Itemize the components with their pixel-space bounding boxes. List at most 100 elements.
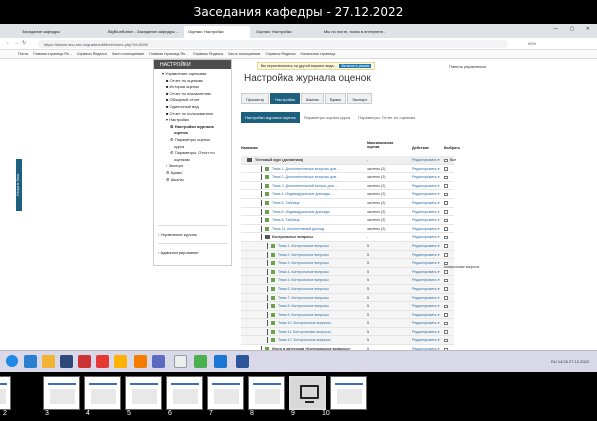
drag-handle-icon[interactable]	[267, 303, 268, 310]
select-checkbox[interactable]	[444, 253, 448, 257]
subtab-2[interactable]: Параметры: Отчет по оценкам	[354, 112, 419, 123]
bookmark-link[interactable]: Сервисы Яндекса	[193, 52, 223, 56]
drag-handle-icon[interactable]	[267, 328, 268, 335]
sidebar-item[interactable]: курса	[174, 144, 184, 149]
sidebar-item[interactable]: ⚙ Шкалы	[166, 177, 184, 182]
edit-dropdown[interactable]: Редактировать ▾	[412, 175, 440, 179]
drag-handle-icon[interactable]	[267, 311, 268, 318]
drag-handle-icon[interactable]	[267, 251, 268, 258]
drag-handle-icon[interactable]	[261, 191, 262, 198]
bookmark-link[interactable]: Почта	[18, 52, 28, 56]
bookmark-link[interactable]: Часто посещаемые	[112, 52, 145, 56]
browser-tab[interactable]: BigBlueButton - Заседание кафедры ...	[104, 26, 182, 38]
sidebar-item[interactable]: ⚙ Параметры: Отчет по	[170, 150, 215, 155]
edit-dropdown[interactable]: Редактировать ▾	[412, 218, 440, 222]
select-checkbox[interactable]	[444, 218, 448, 223]
select-checkbox[interactable]	[444, 167, 448, 171]
yandex-icon[interactable]	[78, 355, 91, 368]
grade-item-name[interactable]: Тема 1. Дополнительные вопросы для ...	[272, 167, 340, 171]
edit-dropdown[interactable]: Редактировать ▾	[412, 261, 440, 265]
select-checkbox[interactable]	[444, 287, 448, 291]
select-checkbox[interactable]	[444, 338, 448, 343]
bookmark-link[interactable]: Сервисы Яндекса	[77, 52, 107, 56]
slide-thumbnail[interactable]	[84, 376, 121, 410]
edit-dropdown[interactable]: Редактировать ▾	[412, 184, 440, 188]
select-checkbox[interactable]	[444, 321, 448, 326]
sidebar-item[interactable]: ■ Отчет по оценкам	[166, 78, 203, 83]
grade-item-name[interactable]: Тема 1. Контрольные вопросы	[278, 244, 329, 248]
bookmark-link[interactable]: Начальная страница	[301, 52, 336, 56]
edit-dropdown[interactable]: Редактировать ▾	[412, 278, 440, 282]
bookmark-link[interactable]: Главная страница Ян...	[33, 52, 72, 56]
grade-item-name[interactable]: Тема 6. Контрольные вопросы	[278, 287, 329, 291]
app-icon[interactable]	[152, 355, 165, 368]
sidebar-item[interactable]: ⚙ Буквы	[166, 170, 182, 175]
folder-icon[interactable]	[42, 355, 55, 368]
select-checkbox[interactable]	[444, 304, 448, 309]
grade-item-name[interactable]: Тема 2. Дополнительные вопросы для ...	[272, 175, 340, 179]
drag-handle-icon[interactable]	[261, 199, 262, 206]
tab-0[interactable]: Просмотр	[241, 93, 270, 104]
subtab-0[interactable]: Настройки журнала оценок	[241, 112, 300, 123]
tab-4[interactable]: Экспорт	[347, 93, 373, 104]
sidebar-item-administration[interactable]: › Администрирование	[158, 250, 199, 255]
sidebar-item[interactable]: оценкам	[174, 157, 190, 162]
drag-handle-icon[interactable]	[261, 208, 262, 215]
grade-item-name[interactable]: Тема 12. Контрольные вопросы	[278, 338, 331, 342]
edit-dropdown[interactable]: Редактировать ▾	[412, 313, 440, 317]
dashboard-link[interactable]: Панель управления	[449, 64, 486, 69]
url-input[interactable]: https://elearn.sbu.net.ru/grade/edit/tre…	[38, 40, 508, 48]
grade-item-name[interactable]: Контрольные вопросы	[272, 235, 313, 239]
select-checkbox[interactable]	[444, 278, 448, 283]
browser-tab[interactable]: Заседание кафедры	[18, 26, 102, 38]
enable-mode-button[interactable]: Включить режим	[339, 64, 372, 68]
select-checkbox[interactable]	[444, 158, 448, 162]
system-tray[interactable]: RU 14:25 27.12.2022	[551, 359, 589, 364]
sidebar-item[interactable]: ▾ Управление оценками	[162, 71, 206, 76]
grade-item-name[interactable]: Тема 6. Индивидуальные доклады	[272, 210, 330, 214]
side-tab[interactable]: Открыть блок	[16, 159, 22, 211]
subtab-1[interactable]: Параметры оценок курса	[300, 112, 355, 123]
nav-arrows-icon[interactable]: ←→↻	[6, 40, 29, 46]
tab-3[interactable]: Буквы	[324, 93, 347, 104]
browser-tab[interactable]: Оценки: Настройки	[252, 26, 318, 38]
grade-item-name[interactable]: Тема 9. Контрольные вопросы	[278, 313, 329, 317]
app2-icon[interactable]	[194, 355, 207, 368]
edit-dropdown[interactable]: Редактировать ▾	[412, 158, 440, 162]
bookmark-link[interactable]: Сервисы Яндекса	[266, 52, 296, 56]
select-all-link[interactable]: Все	[450, 158, 456, 162]
slide-thumbnail[interactable]	[207, 376, 244, 410]
select-checkbox[interactable]	[444, 210, 448, 214]
bookmark-link[interactable]: Главная страница Ян...	[149, 52, 188, 56]
vlc-icon[interactable]	[134, 355, 147, 368]
drag-handle-icon[interactable]	[261, 234, 262, 241]
grade-item-name[interactable]: Тема 10. Контрольные вопросы	[278, 321, 331, 325]
edit-dropdown[interactable]: Редактировать ▾	[412, 210, 440, 214]
edit-dropdown[interactable]: Редактировать ▾	[412, 235, 440, 239]
select-checkbox[interactable]	[444, 184, 448, 188]
edit-dropdown[interactable]: Редактировать ▾	[412, 338, 440, 342]
sidebar-item[interactable]: ⚙ Настройки журнала	[170, 124, 214, 129]
slide-thumbnail[interactable]	[330, 376, 367, 410]
select-checkbox[interactable]	[444, 235, 448, 240]
tab-1[interactable]: Настройки	[270, 93, 300, 104]
edit-dropdown[interactable]: Редактировать ▾	[412, 296, 440, 300]
slide-thumbnail[interactable]	[43, 376, 80, 410]
browser-tab[interactable]: Мы по почте, поиск в интернете...	[320, 26, 400, 38]
edit-dropdown[interactable]: Редактировать ▾	[412, 192, 440, 196]
edit-dropdown[interactable]: Редактировать ▾	[412, 244, 440, 248]
edit-dropdown[interactable]: Редактировать ▾	[412, 253, 440, 257]
slide-thumbnail[interactable]	[0, 376, 11, 410]
sidebar-item-course-admin[interactable]: › Управление курсом	[158, 232, 197, 237]
slide-thumbnail[interactable]	[125, 376, 162, 410]
start-button[interactable]	[6, 355, 18, 367]
grade-item-name[interactable]: Тема 2. Контрольные вопросы	[278, 253, 329, 257]
grade-item-name[interactable]: Тема 4. Индивидуальные доклады ...	[272, 192, 334, 196]
edit-dropdown[interactable]: Редактировать ▾	[412, 321, 440, 325]
grade-item-name[interactable]: Тема 5. Таблица	[272, 201, 300, 205]
select-checkbox[interactable]	[444, 227, 448, 231]
edit-dropdown[interactable]: Редактировать ▾	[412, 330, 440, 334]
select-checkbox[interactable]	[444, 244, 448, 248]
drag-handle-icon[interactable]	[267, 268, 268, 275]
ie-icon[interactable]	[24, 355, 37, 368]
